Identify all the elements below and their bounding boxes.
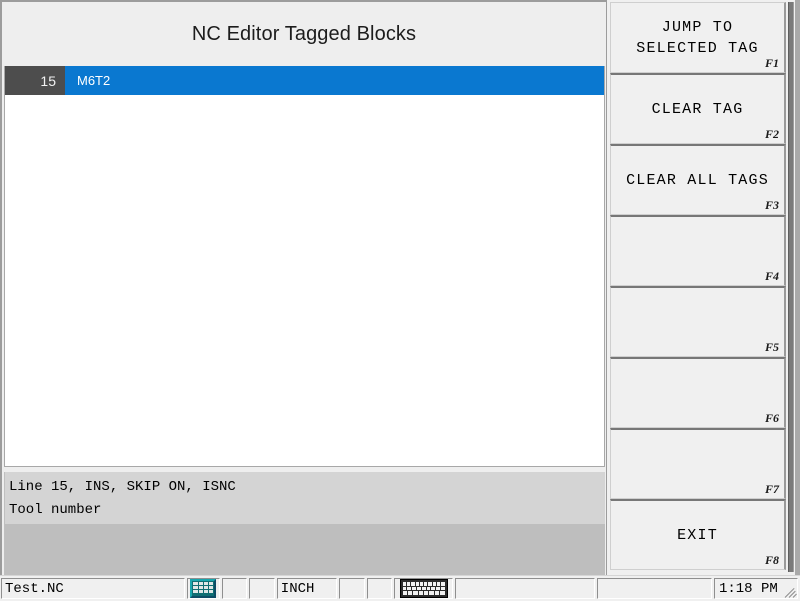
softkey-clear-tag[interactable]: CLEAR TAG F2 [610,73,786,144]
softkey-f7-empty[interactable]: F7 [610,428,786,499]
calculator-icon[interactable] [190,579,217,598]
status-blank-cell-5 [454,578,595,599]
page-title: NC Editor Tagged Blocks [191,22,417,45]
status-blank-cell-2 [249,578,275,599]
status-blank-cell-6 [596,578,712,599]
status-keyboard-cell[interactable] [394,578,453,599]
status-line-description: Tool number [9,502,102,518]
status-blank-cell-4 [366,578,393,599]
row-block-text: M6T2 [77,73,111,88]
softkey-label: CLEAR ALL TAGS [626,171,769,189]
softkey-scroll-rail[interactable] [788,2,794,572]
softkey-fkey-f8: F8 [764,553,779,567]
softkey-clear-all-tags[interactable]: CLEAR ALL TAGS F3 [610,144,786,215]
softkey-label: EXIT [677,526,718,544]
softkey-label: CLEAR TAG [651,100,744,118]
status-blank-cell-3 [339,578,365,599]
info-panel: Line 15, INS, SKIP ON, ISNC Tool number [4,472,605,575]
status-bar: Test.NC INCH 1:18 PM [0,575,800,601]
softkey-jump-to-selected-tag[interactable]: JUMP TO SELECTED TAG F1 [610,2,786,73]
softkey-column: JUMP TO SELECTED TAG F1 CLEAR TAG F2 CLE… [610,2,786,572]
softkey-pane-edge [795,0,800,575]
title-bar: NC Editor Tagged Blocks [2,2,606,66]
status-blank-cell-1 [221,578,248,599]
status-line-position: Line 15, INS, SKIP ON, ISNC [9,479,236,495]
softkey-fkey-f3: F3 [764,198,779,212]
status-filename-cell: Test.NC [1,578,185,599]
status-units-cell: INCH [276,578,338,599]
status-units: INCH [280,580,315,597]
nc-editor-window: NC Editor Tagged Blocks 15 M6T2 Line 15,… [0,0,800,601]
softkey-f5-empty[interactable]: F5 [610,286,786,357]
softkey-pane: JUMP TO SELECTED TAG F1 CLEAR TAG F2 CLE… [607,0,800,575]
softkey-fkey-f5: F5 [764,340,779,354]
tagged-blocks-list[interactable]: 15 M6T2 [4,66,605,467]
resize-grip[interactable] [783,584,799,600]
softkey-fkey-f1: F1 [764,56,779,70]
softkey-fkey-f2: F2 [764,127,779,141]
softkey-fkey-f4: F4 [764,269,779,283]
status-filename: Test.NC [5,580,64,597]
softkey-label: JUMP TO SELECTED TAG [636,18,759,57]
info-panel-primary: Line 15, INS, SKIP ON, ISNC Tool number [5,472,605,524]
softkey-f4-empty[interactable]: F4 [610,215,786,286]
softkey-fkey-f7: F7 [764,482,779,496]
status-time: 1:18 PM [718,580,778,597]
softkey-fkey-f6: F6 [764,411,779,425]
row-line-number: 15 [5,66,65,95]
status-calculator-cell[interactable] [186,578,220,599]
softkey-f6-empty[interactable]: F6 [610,357,786,428]
info-panel-secondary [5,524,605,575]
editor-left-pane: NC Editor Tagged Blocks 15 M6T2 Line 15,… [0,0,607,575]
softkey-exit[interactable]: EXIT F8 [610,499,786,570]
table-row[interactable]: 15 M6T2 [5,66,604,95]
keyboard-icon[interactable] [399,579,448,598]
